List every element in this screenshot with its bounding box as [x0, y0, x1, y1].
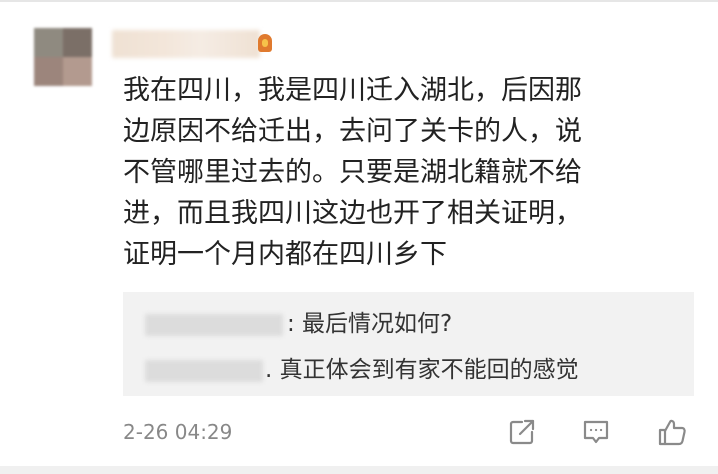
share-icon[interactable]	[506, 416, 538, 448]
comment-line: 我在四川，我是四川迁入湖北，后因那	[123, 75, 582, 106]
reply-text: : 最后情况如何?	[287, 311, 453, 337]
reply-box[interactable]: : 最后情况如何? . 真正体会到有家不能回的感觉	[123, 292, 694, 396]
username-blurred[interactable]	[112, 30, 260, 58]
top-divider	[0, 0, 718, 2]
reply-text: . 真正体会到有家不能回的感觉	[265, 357, 579, 383]
comment-line: 证明一个月内都在四川乡下	[123, 239, 447, 270]
avatar[interactable]	[34, 28, 92, 86]
comment-line: 进，而且我四川这边也开了相关证明，	[123, 198, 582, 229]
reply-author-blurred[interactable]	[145, 360, 263, 382]
bottom-divider	[0, 466, 718, 474]
comment-line: 边原因不给迁出，去问了关卡的人，说	[123, 116, 582, 147]
comment-line: 不管哪里过去的。只要是湖北籍就不给	[123, 157, 582, 188]
comment-icon[interactable]	[580, 416, 612, 448]
reply-author-blurred[interactable]	[145, 314, 283, 336]
timestamp: 2-26 04:29	[123, 420, 233, 444]
comment-text: 我在四川，我是四川迁入湖北，后因那 边原因不给迁出，去问了关卡的人，说 不管哪里…	[123, 70, 698, 275]
like-icon[interactable]	[656, 416, 688, 448]
user-badge-icon	[258, 34, 272, 52]
